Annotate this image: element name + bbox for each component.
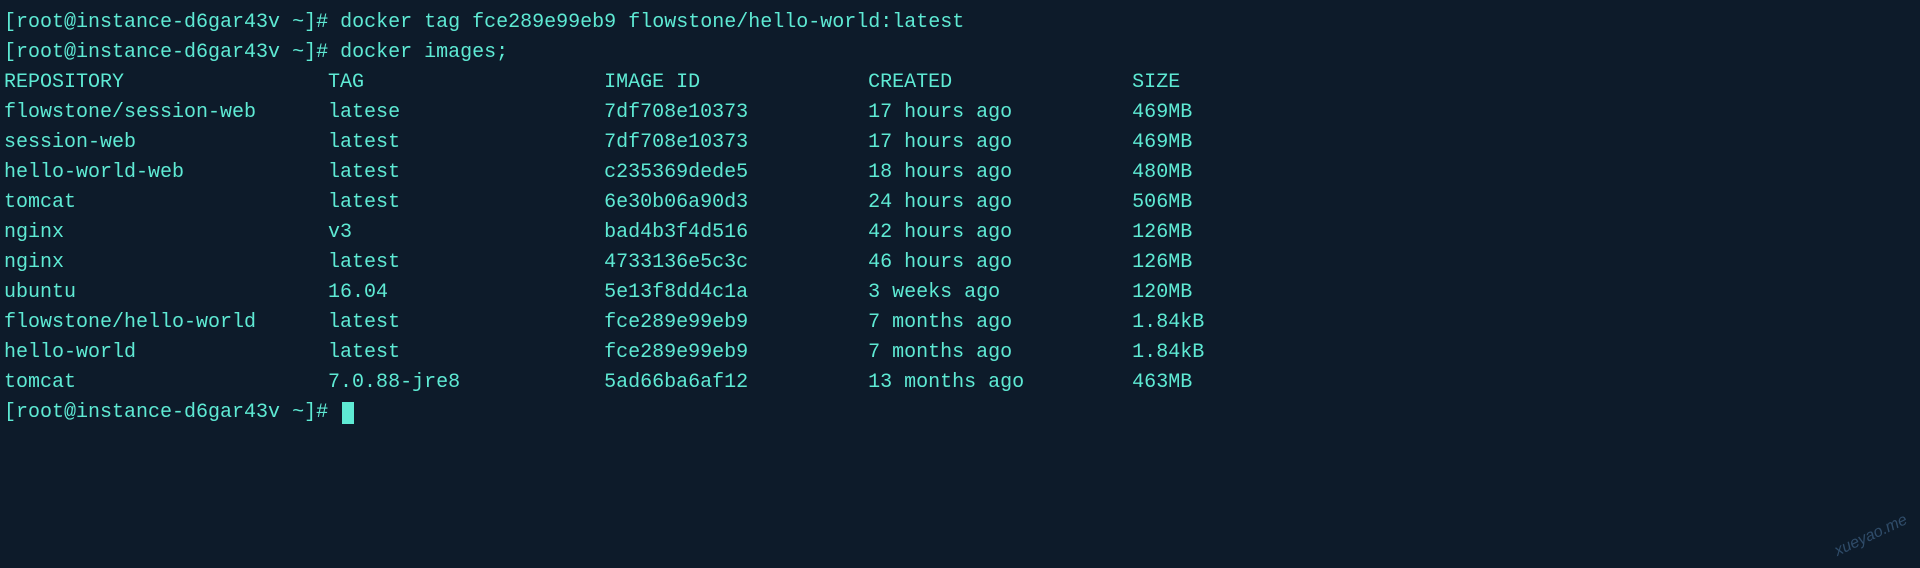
table-row: ubuntu 16.04 5e13f8dd4c1a 3 weeks ago 12… (4, 278, 1916, 308)
table-row: hello-world latest fce289e99eb9 7 months… (4, 338, 1916, 368)
command-text-2: docker images; (340, 41, 508, 64)
watermark: xueyao.me (1830, 509, 1911, 564)
prompt-path: ~ (292, 41, 304, 64)
prompt-user-host: root@instance-d6gar43v (16, 401, 280, 424)
table-row: session-web latest 7df708e10373 17 hours… (4, 128, 1916, 158)
table-row: nginx v3 bad4b3f4d516 42 hours ago 126MB (4, 218, 1916, 248)
command-line-1: [root@instance-d6gar43v ~]# docker tag f… (4, 8, 1916, 38)
prompt-symbol: # (316, 401, 328, 424)
prompt-user-host: root@instance-d6gar43v (16, 41, 280, 64)
prompt-symbol: # (316, 41, 328, 64)
table-row: flowstone/session-web latese 7df708e1037… (4, 98, 1916, 128)
table-row: hello-world-web latest c235369dede5 18 h… (4, 158, 1916, 188)
table-row: tomcat 7.0.88-jre8 5ad66ba6af12 13 month… (4, 368, 1916, 398)
prompt-path: ~ (292, 401, 304, 424)
command-line-2: [root@instance-d6gar43v ~]# docker image… (4, 38, 1916, 68)
table-row: flowstone/hello-world latest fce289e99eb… (4, 308, 1916, 338)
table-row: tomcat latest 6e30b06a90d3 24 hours ago … (4, 188, 1916, 218)
table-header-row: REPOSITORY TAG IMAGE ID CREATED SIZE (4, 68, 1916, 98)
command-line-3[interactable]: [root@instance-d6gar43v ~]# (4, 398, 1916, 428)
command-text-1: docker tag fce289e99eb9 flowstone/hello-… (340, 11, 964, 34)
prompt-symbol: # (316, 11, 328, 34)
prompt-path: ~ (292, 11, 304, 34)
cursor-icon (342, 402, 354, 424)
prompt-user-host: root@instance-d6gar43v (16, 11, 280, 34)
table-row: nginx latest 4733136e5c3c 46 hours ago 1… (4, 248, 1916, 278)
